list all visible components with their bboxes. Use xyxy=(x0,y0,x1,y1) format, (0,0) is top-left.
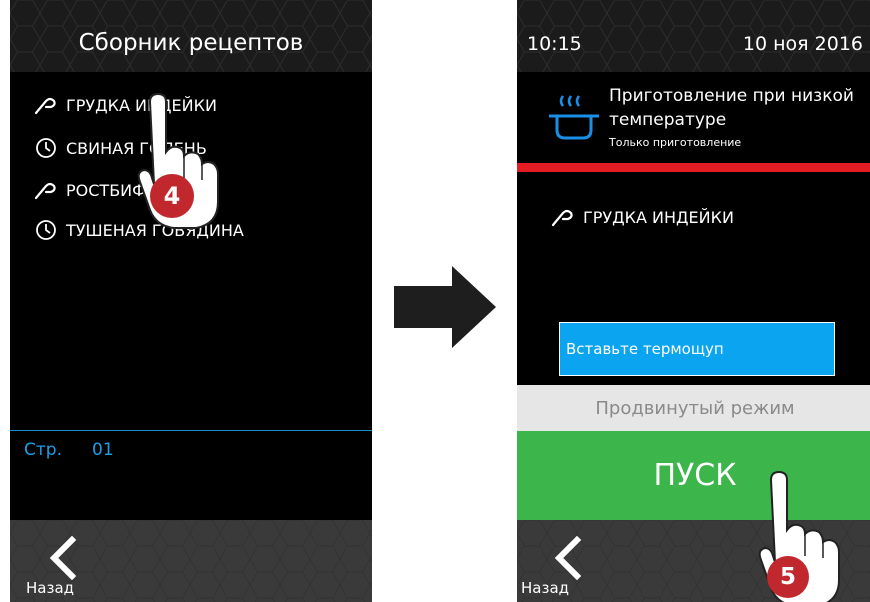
recipe-book-screen: Сборник рецептов ГРУДКА ИНДЕЙКИ СВИНАЯ Г… xyxy=(10,0,372,602)
clock-icon xyxy=(34,136,58,160)
chevron-left-icon xyxy=(49,536,77,580)
low-temp-pot-icon xyxy=(549,95,599,140)
page-title: Сборник рецептов xyxy=(78,30,304,56)
page-label: Стр. xyxy=(24,440,62,460)
date-display: 10 ноя 2016 xyxy=(742,33,863,55)
clock-icon xyxy=(34,218,58,242)
step-badge: 5 xyxy=(767,556,809,598)
divider xyxy=(10,430,372,431)
status-bar xyxy=(517,163,870,172)
step-badge: 4 xyxy=(150,174,194,218)
arrow-right-icon xyxy=(394,266,496,348)
probe-icon xyxy=(34,178,58,202)
page-number: 01 xyxy=(92,440,114,460)
back-label: Назад xyxy=(521,579,570,597)
cooking-mode-subtitle: Только приготовление xyxy=(609,136,742,149)
probe-icon xyxy=(551,205,575,229)
top-bar: 10:15 10 ноя 2016 xyxy=(517,0,870,72)
insert-probe-message: Вставьте термощуп xyxy=(559,322,835,376)
chevron-left-icon xyxy=(554,536,582,580)
back-label: Назад xyxy=(26,579,75,597)
recipe-label: ГРУДКА ИНДЕЙКИ xyxy=(583,207,734,227)
clock-time: 10:15 xyxy=(527,33,582,55)
cooking-setup-screen: 10:15 10 ноя 2016 Приготовление при низк… xyxy=(517,0,870,602)
top-bar: Сборник рецептов xyxy=(10,0,372,72)
probe-icon xyxy=(34,93,58,117)
advanced-mode-button[interactable]: Продвинутый режим xyxy=(517,385,870,431)
selected-recipe: ГРУДКА ИНДЕЙКИ xyxy=(551,202,734,232)
cooking-mode-title: Приготовление при низкой температуре xyxy=(609,86,854,130)
